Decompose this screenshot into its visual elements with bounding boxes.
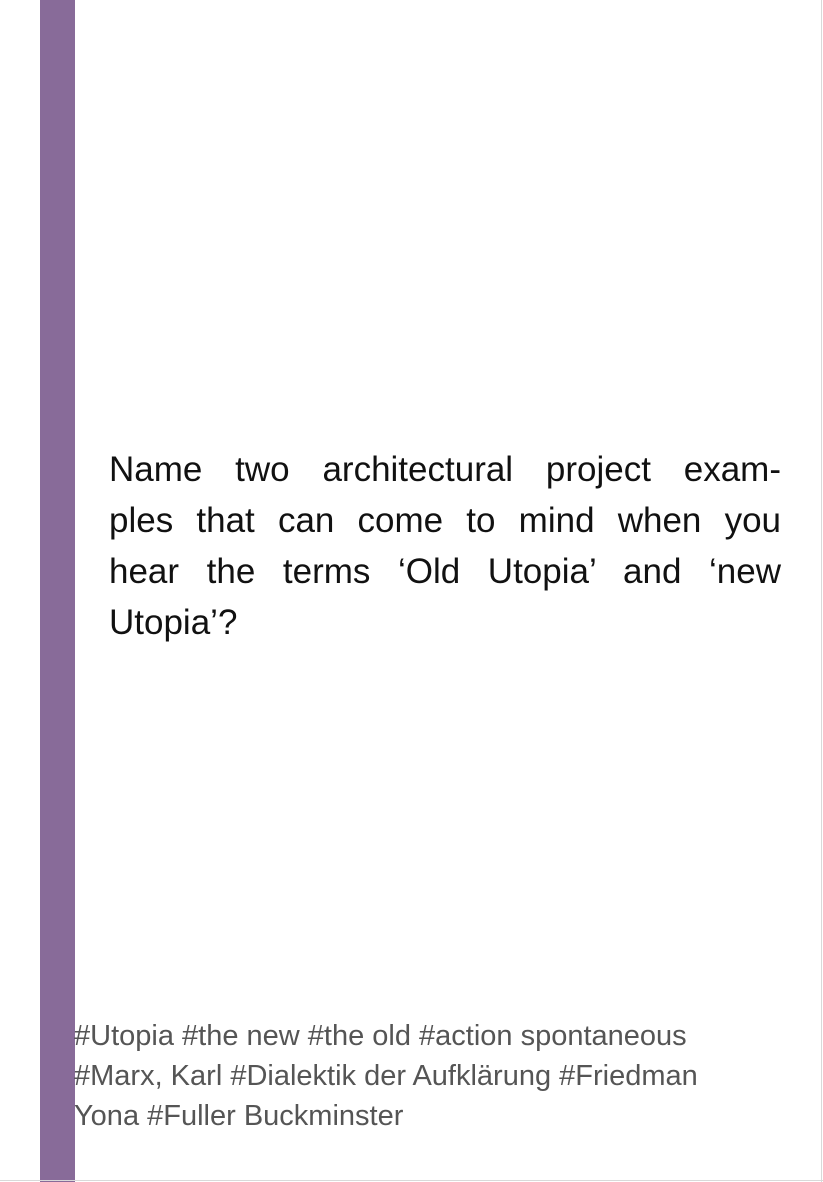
accent-bar: [40, 0, 75, 1182]
page-edge-bottom: [0, 1180, 823, 1181]
question-line: ples that can come to mind when you: [109, 501, 781, 540]
page-edge-right: [821, 0, 822, 1182]
question-text: Name two architectural project exam- ple…: [109, 444, 781, 648]
hashtag-line: #Marx, Karl #Dialektik der Aufklärung #F…: [74, 1060, 698, 1092]
hashtag-line: Yona #Fuller Buckminster: [74, 1100, 404, 1132]
hashtag-line: #Utopia #the new #the old #action sponta…: [74, 1020, 687, 1052]
question-line: hear the terms ‘Old Utopia’ and ‘new: [109, 552, 781, 591]
hashtag-list: #Utopia #the new #the old #action sponta…: [74, 1016, 774, 1136]
question-line: Utopia’?: [109, 603, 238, 642]
question-line: Name two architectural project exam-: [109, 450, 781, 489]
